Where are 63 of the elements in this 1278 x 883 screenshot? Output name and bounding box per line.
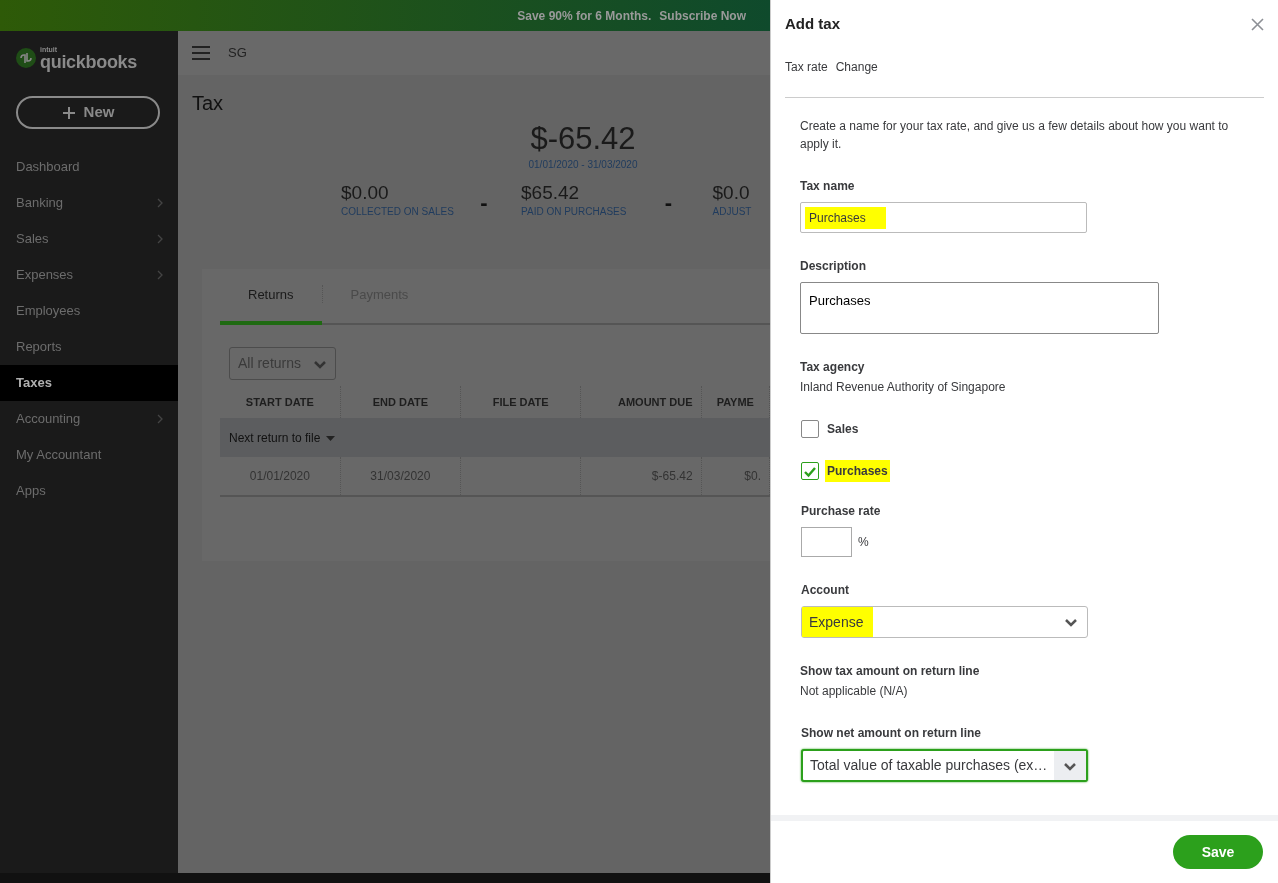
chevron-right-icon xyxy=(157,270,164,280)
tax-rate-label: Tax rate xyxy=(785,59,828,76)
caret-down-icon xyxy=(326,435,336,441)
change-link[interactable]: Change xyxy=(835,58,878,76)
field-label: Tax name xyxy=(800,178,856,195)
stat-label[interactable]: ADJUST xyxy=(712,204,770,219)
stat-label[interactable]: PAID ON PURCHASES xyxy=(521,204,655,219)
subscribe-link[interactable]: Subscribe Now xyxy=(659,6,746,25)
nav-item[interactable]: My Accountant xyxy=(0,437,178,473)
field-label: Purchase rate xyxy=(801,503,882,520)
menu-icon xyxy=(192,45,210,61)
period-link[interactable]: 01/01/2020 - 31/03/2020 xyxy=(528,157,638,172)
nav-item[interactable]: Dashboard xyxy=(0,149,178,185)
stat-value: $65.42 xyxy=(521,182,581,204)
field-label: Description xyxy=(800,258,867,275)
total-amount: $-65.42 xyxy=(530,121,636,157)
chevron-right-icon xyxy=(157,414,164,424)
field-label: Account xyxy=(801,582,850,599)
panel-title: Add tax xyxy=(785,13,840,34)
chevron-down-icon xyxy=(1064,616,1078,628)
description-field[interactable]: Purchases xyxy=(800,282,1159,334)
save-button[interactable]: Save xyxy=(1173,835,1263,869)
stat-value: $0.00 xyxy=(341,182,390,204)
chevron-right-icon xyxy=(157,234,164,244)
promo-text: Save 90% for 6 Months. xyxy=(517,7,652,25)
checkbox-label: Purchases xyxy=(825,460,890,482)
logo-icon xyxy=(16,48,36,68)
field-label: Show net amount on return line xyxy=(801,725,982,742)
select-dropdown[interactable]: Expense xyxy=(801,606,1088,638)
nav-item[interactable]: Apps xyxy=(0,473,178,509)
operator-sign: - xyxy=(663,189,673,217)
nav-item[interactable]: Banking xyxy=(0,185,178,221)
plus-icon xyxy=(61,105,76,120)
nav-item[interactable]: Sales xyxy=(0,221,178,257)
nav-item[interactable]: Taxes xyxy=(0,365,178,401)
nav-item[interactable]: Employees xyxy=(0,293,178,329)
logo-wordmark: quickbooks xyxy=(40,52,138,71)
percent-sign: % xyxy=(858,534,869,551)
tax-name-field[interactable]: Purchases xyxy=(800,202,1087,233)
nav-item[interactable]: Expenses xyxy=(0,257,178,293)
checkbox[interactable] xyxy=(801,420,819,438)
field-label: Show tax amount on return line xyxy=(800,663,981,680)
group-label[interactable]: Next return to file xyxy=(229,430,321,445)
page-title: Tax xyxy=(192,91,225,115)
nav-item[interactable]: Reports xyxy=(0,329,178,365)
rate-field[interactable] xyxy=(801,527,852,557)
field-value: Not applicable (N/A) xyxy=(800,683,909,700)
close-icon xyxy=(1251,18,1264,32)
stat-value: $0.0 xyxy=(712,182,751,204)
tab[interactable]: Returns xyxy=(220,269,322,325)
intro-text: Create a name for your tax rate, and give us a few details about how you want to apply it. xyxy=(800,118,1230,153)
company-name: SG xyxy=(228,44,247,63)
operator-sign: - xyxy=(479,189,489,217)
stat-label[interactable]: COLLECTED ON SALES xyxy=(341,204,477,219)
select-dropdown[interactable]: Total value of taxable purchases (ex… xyxy=(801,749,1088,782)
checkbox-label: Sales xyxy=(826,421,860,438)
field-value: Inland Revenue Authority of Singapore xyxy=(800,379,1007,396)
nav-item[interactable]: Accounting xyxy=(0,401,178,437)
checkbox[interactable] xyxy=(801,462,819,480)
menu-button[interactable] xyxy=(192,45,210,61)
chevron-right-icon xyxy=(157,198,164,208)
new-button[interactable]: New xyxy=(16,96,160,129)
field-label: Tax agency xyxy=(800,359,866,376)
